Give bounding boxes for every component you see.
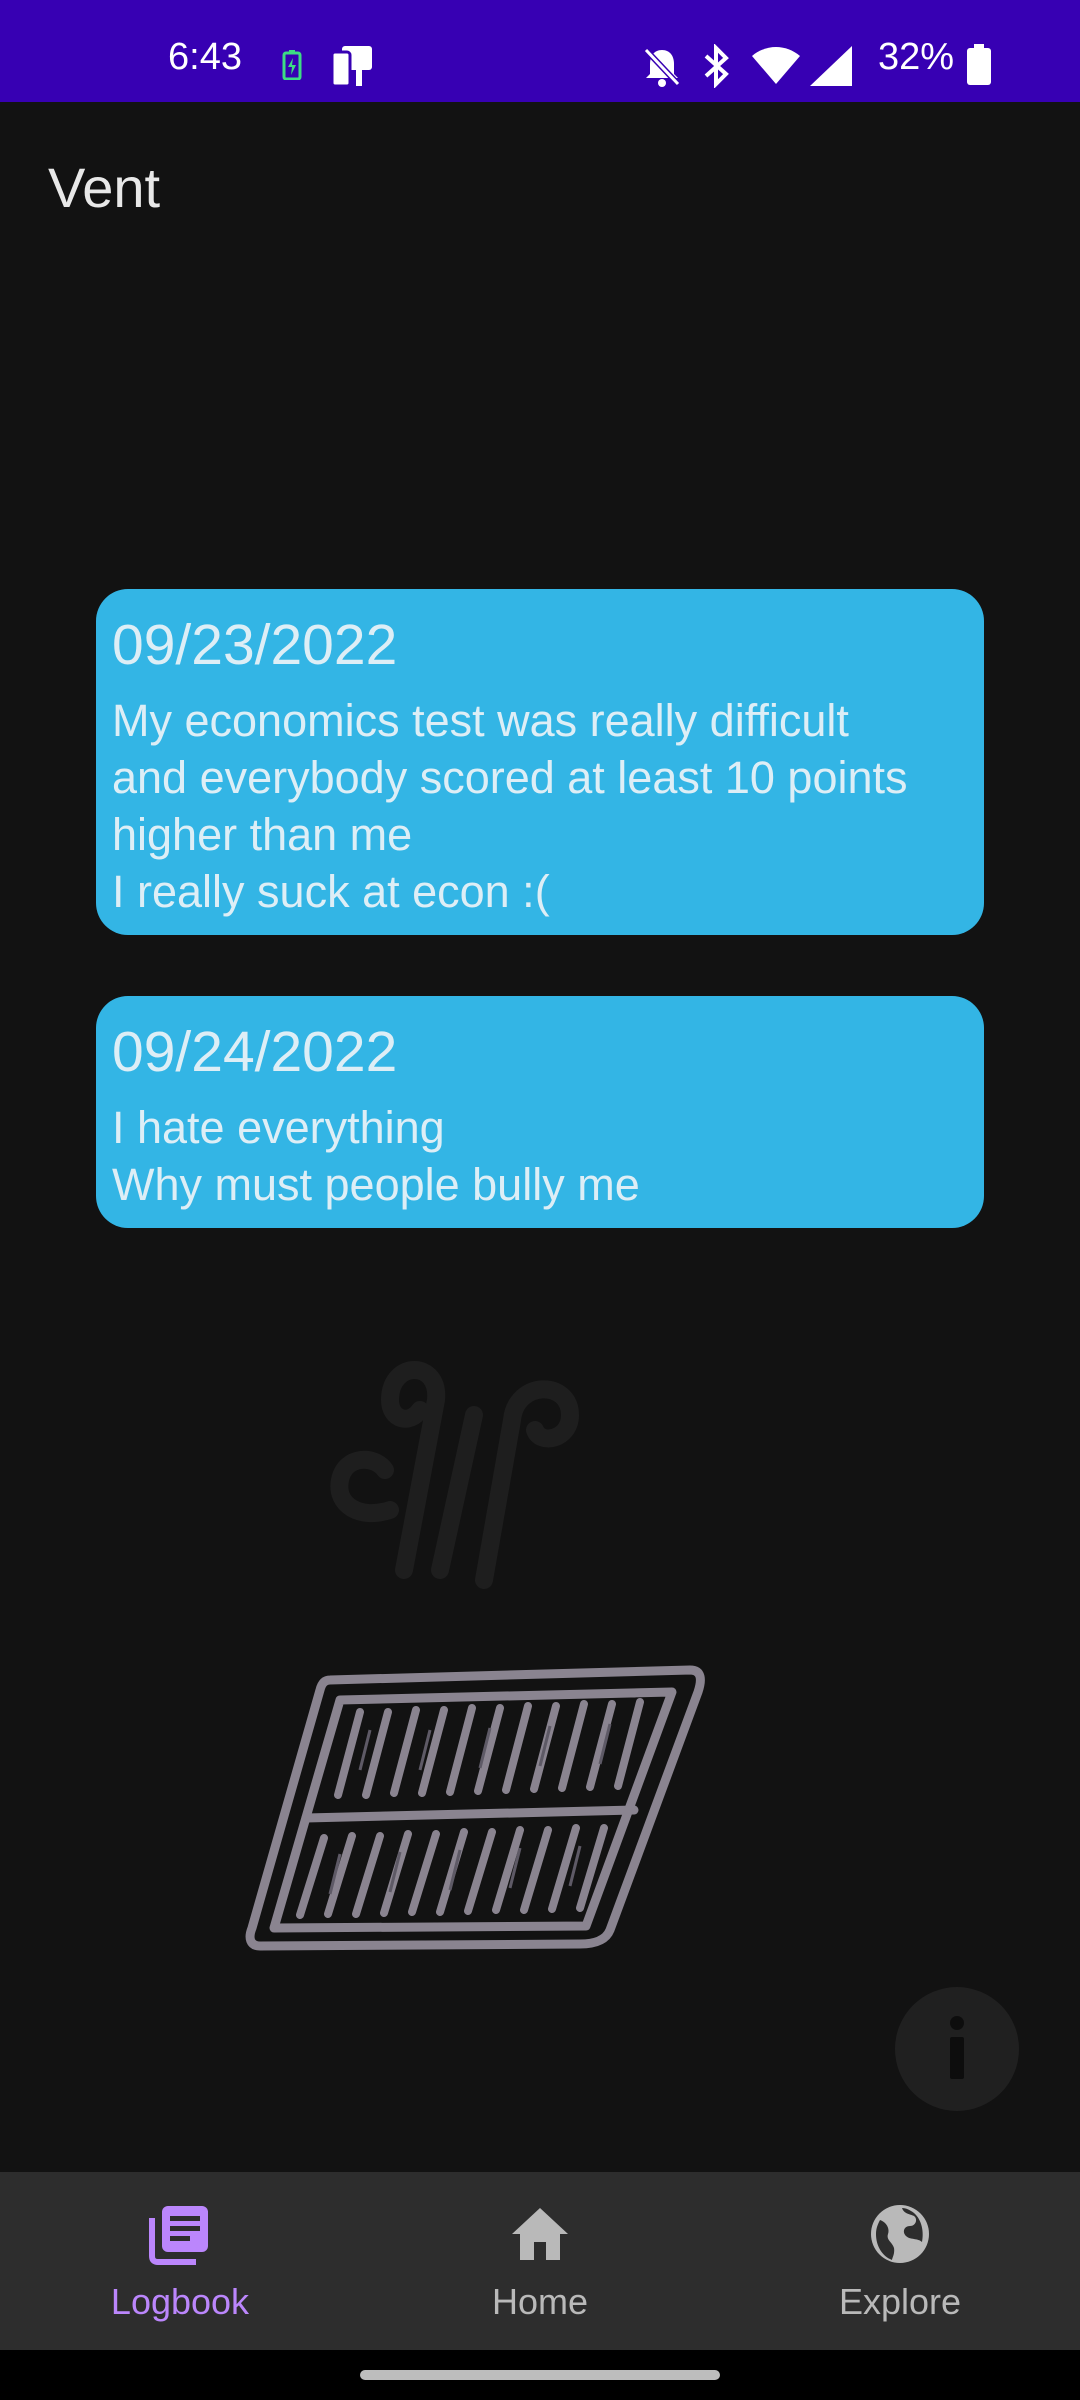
home-icon <box>508 2202 572 2266</box>
nav-item-home[interactable]: Home <box>360 2172 720 2350</box>
entry-date: 09/24/2022 <box>112 1020 398 1084</box>
nav-item-logbook[interactable]: Logbook <box>0 2172 360 2350</box>
globe-icon <box>868 2202 932 2266</box>
nav-item-explore[interactable]: Explore <box>720 2172 1080 2350</box>
info-button[interactable] <box>895 1987 1019 2111</box>
entry-text: My economics test was really difficult a… <box>112 695 908 917</box>
status-time: 6:43 <box>168 36 242 78</box>
nav-label-home: Home <box>491 2281 589 2322</box>
wifi-icon <box>752 46 800 91</box>
entry-card[interactable]: 09/24/2022 I hate everything Why must pe… <box>96 996 984 1228</box>
logbook-icon <box>148 2202 212 2266</box>
vent-grate-illustration <box>240 1340 710 1960</box>
gesture-handle[interactable] <box>360 2370 720 2380</box>
entry-date: 09/23/2022 <box>112 613 398 677</box>
battery-icon <box>966 44 992 91</box>
bluetooth-icon <box>702 43 732 93</box>
mute-bell-icon <box>640 44 684 93</box>
cast-device-icon <box>330 44 376 95</box>
nav-label-logbook: Logbook <box>110 2281 250 2322</box>
battery-percent: 32% <box>878 36 955 78</box>
bottom-navigation: Logbook Home Explore <box>0 2172 1080 2350</box>
entry-card[interactable]: 09/23/2022 My economics test was really … <box>96 589 984 935</box>
battery-charging-icon <box>282 50 302 85</box>
nav-label-explore: Explore <box>838 2281 962 2322</box>
app-bar: Vent <box>0 102 1080 272</box>
status-bar: 6:43 32% <box>0 0 1080 102</box>
app-title: Vent <box>48 156 161 219</box>
info-icon <box>942 2015 972 2084</box>
gesture-navigation-area <box>0 2350 1080 2400</box>
entry-text: I hate everything Why must people bully … <box>112 1102 640 1210</box>
cell-signal-icon <box>810 46 852 91</box>
